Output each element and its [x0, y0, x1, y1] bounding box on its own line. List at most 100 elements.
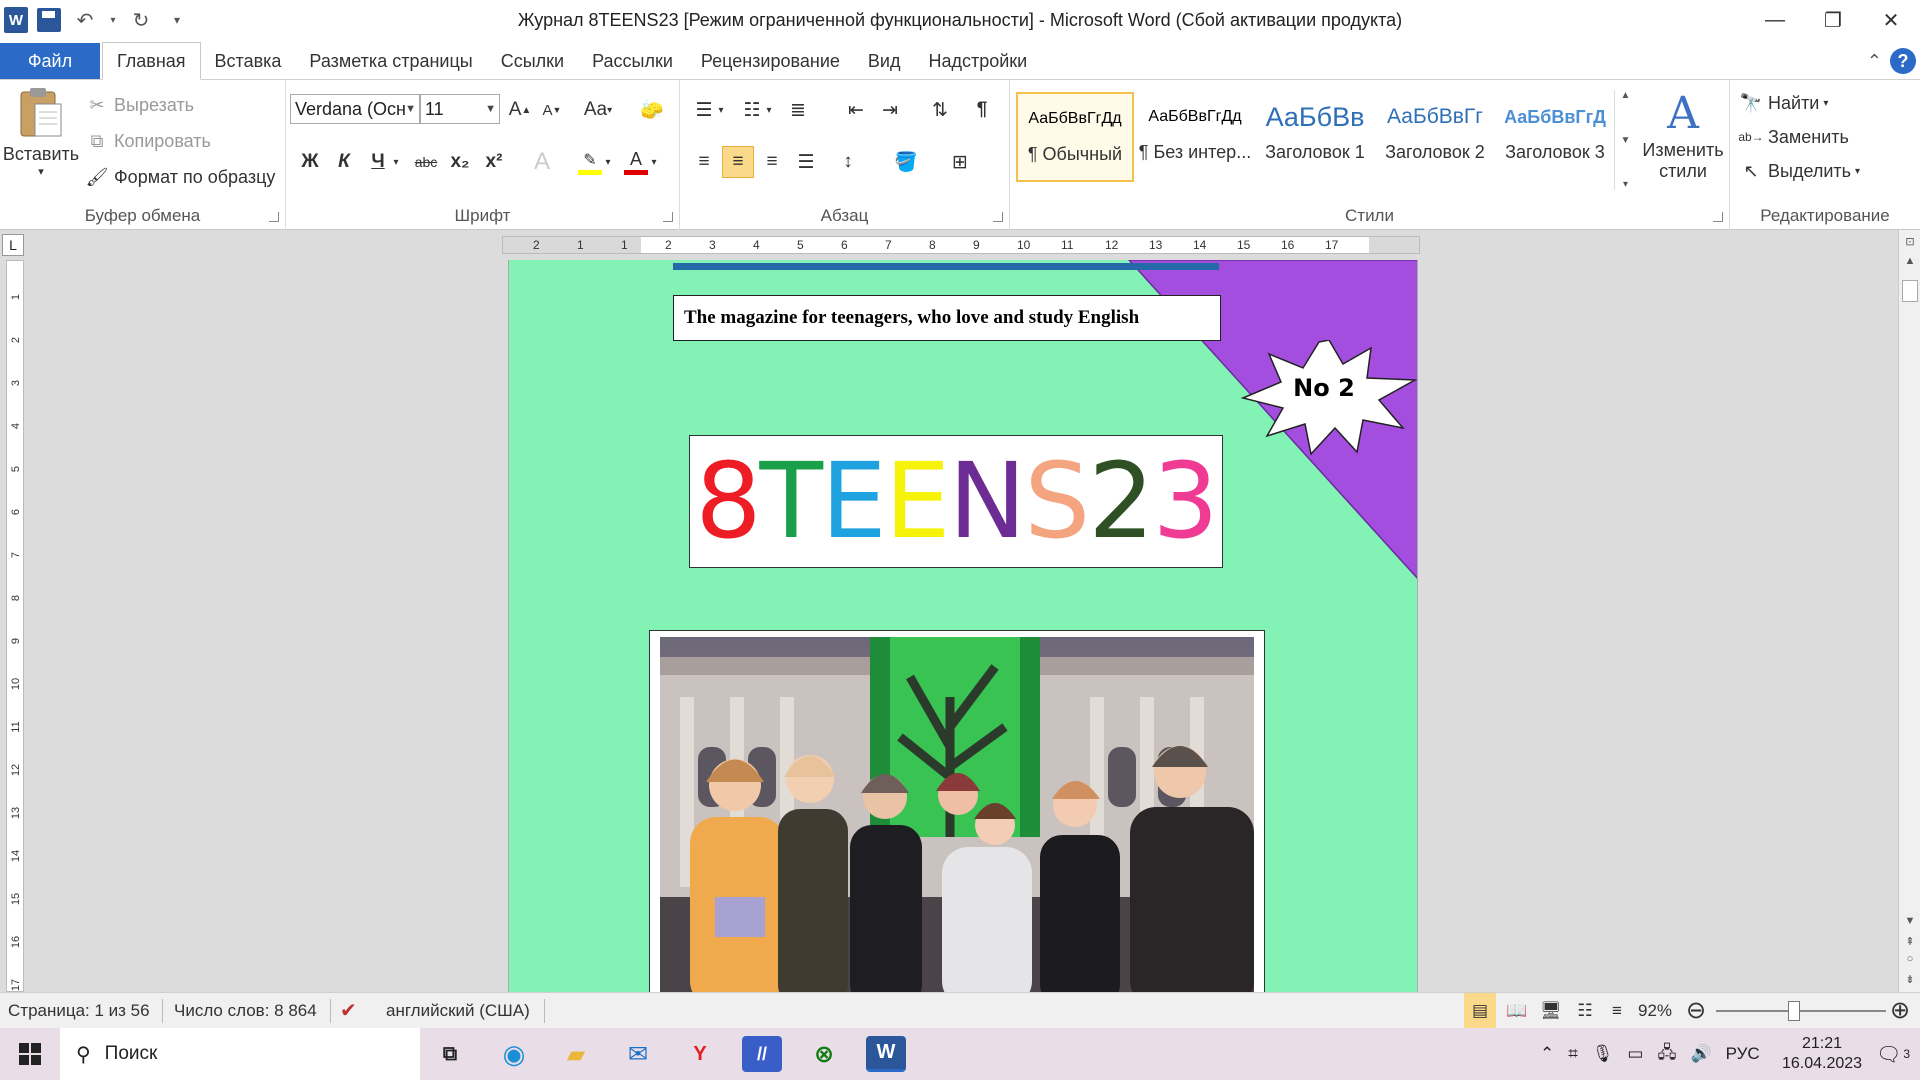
text-effects-button[interactable]: A: [526, 146, 558, 178]
show-hidden-icons[interactable]: ⌃: [1540, 1044, 1554, 1064]
document-page[interactable]: The magazine for teenagers, who love and…: [508, 260, 1418, 992]
undo-button[interactable]: ↶: [70, 5, 100, 35]
taskbar-search[interactable]: ⚲ Поиск: [60, 1028, 420, 1080]
style-heading-1[interactable]: АаБбВв Заголовок 1: [1256, 92, 1374, 182]
scroll-up-icon[interactable]: ▲: [1901, 252, 1919, 270]
zoom-slider-thumb[interactable]: [1788, 1001, 1801, 1021]
style-heading-3[interactable]: АаБбВвГгД Заголовок 3: [1496, 92, 1614, 182]
input-language[interactable]: РУС: [1726, 1044, 1760, 1064]
help-icon[interactable]: ?: [1890, 48, 1916, 74]
language-indicator[interactable]: английский (США): [386, 993, 530, 1029]
close-button[interactable]: ✕: [1862, 0, 1920, 40]
gallery-more-icon[interactable]: ▾: [1623, 179, 1628, 190]
outline-view-icon[interactable]: ☷: [1570, 993, 1600, 1029]
tab-view[interactable]: Вид: [854, 43, 915, 79]
page-count[interactable]: Страница: 1 из 56: [8, 993, 150, 1029]
cut-button[interactable]: ✂ Вырезать: [84, 92, 194, 118]
shrink-font-button[interactable]: A ▼: [536, 94, 568, 126]
shading-button[interactable]: 🪣: [890, 146, 922, 178]
copy-button[interactable]: ⧉ Копировать: [84, 128, 211, 154]
restore-button[interactable]: ❐: [1804, 0, 1862, 40]
highlight-dropdown[interactable]: ▾: [600, 146, 616, 178]
underline-dropdown[interactable]: ▾: [388, 146, 404, 178]
styles-launcher[interactable]: [1713, 212, 1723, 222]
start-button[interactable]: [0, 1028, 60, 1080]
gallery-down-icon[interactable]: ▼: [1621, 135, 1631, 146]
redo-button[interactable]: ↻: [126, 5, 156, 35]
font-size-combo[interactable]: 11 ▼: [420, 94, 500, 124]
subscript-button[interactable]: x₂: [444, 146, 476, 178]
style-heading-2[interactable]: АаБбВвГг Заголовок 2: [1376, 92, 1494, 182]
sort-button[interactable]: ⇅: [924, 94, 956, 126]
tab-selector-button[interactable]: L: [2, 234, 24, 256]
align-left-button[interactable]: ≡: [688, 146, 720, 178]
justify-button[interactable]: ☰: [790, 146, 822, 178]
web-layout-icon[interactable]: 🖥: [1536, 993, 1566, 1029]
select-button[interactable]: ↖ Выделить ▾: [1738, 158, 1860, 184]
tab-page-layout[interactable]: Разметка страницы: [295, 43, 486, 79]
full-screen-reading-icon[interactable]: 📖: [1502, 993, 1532, 1029]
tab-file[interactable]: Файл: [0, 43, 100, 79]
network-icon[interactable]: 🖧: [1657, 1040, 1676, 1069]
proofing-icon[interactable]: ✔: [340, 993, 357, 1029]
word-count[interactable]: Число слов: 8 864: [174, 993, 317, 1029]
meet-now-icon[interactable]: ⌗: [1568, 1044, 1578, 1064]
tab-mailings[interactable]: Рассылки: [578, 43, 687, 79]
gallery-up-icon[interactable]: ▲: [1621, 90, 1631, 101]
zoom-level[interactable]: 92%: [1632, 993, 1678, 1029]
tab-review[interactable]: Рецензирование: [687, 43, 854, 79]
customize-qat-button[interactable]: ▾: [162, 5, 192, 35]
multilevel-list-button[interactable]: ≣: [782, 94, 814, 126]
format-painter-button[interactable]: 🖌 Формат по образцу: [84, 164, 276, 190]
file-explorer-icon[interactable]: ▰: [556, 1036, 596, 1072]
zoom-out-icon[interactable]: ⊖: [1686, 993, 1706, 1029]
vertical-ruler[interactable]: 1 2 3 4 5 6 7 8 9 10 11 12 13 14 15 16 17: [6, 260, 24, 992]
battery-icon[interactable]: ▭: [1627, 1044, 1643, 1064]
scroll-down-icon[interactable]: ▼: [1901, 912, 1919, 930]
line-spacing-button[interactable]: ↕: [832, 146, 864, 178]
borders-button[interactable]: ⊞: [944, 146, 976, 178]
font-launcher[interactable]: [663, 212, 673, 222]
zoom-slider[interactable]: [1716, 1010, 1886, 1012]
next-page-icon[interactable]: ⇟: [1901, 970, 1919, 988]
tab-addins[interactable]: Надстройки: [914, 43, 1041, 79]
edge-icon[interactable]: ◉: [494, 1036, 534, 1072]
prev-page-icon[interactable]: ⇞: [1901, 932, 1919, 950]
zoom-in-icon[interactable]: ⊕: [1890, 993, 1910, 1029]
style-normal[interactable]: АаБбВвГгДд ¶ Обычный: [1016, 92, 1134, 182]
yandex-icon[interactable]: Y: [680, 1036, 720, 1072]
bold-button[interactable]: Ж: [294, 146, 326, 178]
word-app-icon[interactable]: W: [4, 7, 28, 33]
style-no-spacing[interactable]: АаБбВвГгДд ¶ Без интер...: [1136, 92, 1254, 182]
grow-font-button[interactable]: A ▲: [504, 94, 536, 126]
superscript-button[interactable]: x²: [478, 146, 510, 178]
font-name-combo[interactable]: Verdana (Осн ▼: [290, 94, 420, 124]
browse-object-icon[interactable]: ○: [1901, 950, 1919, 968]
increase-indent-button[interactable]: ⇥: [874, 94, 906, 126]
font-color-dropdown[interactable]: ▾: [646, 146, 662, 178]
italic-button[interactable]: К: [328, 146, 360, 178]
clear-format-button[interactable]: 🧽: [636, 94, 668, 126]
volume-icon[interactable]: 🔊: [1690, 1044, 1711, 1064]
horizontal-ruler[interactable]: 2 1 1 2 3 4 5 6 7 8 9 10 11 12 13 14 15 16 17: [502, 236, 1420, 254]
tab-insert[interactable]: Вставка: [201, 43, 296, 79]
replace-button[interactable]: ab→ Заменить: [1738, 124, 1849, 150]
print-layout-view-icon[interactable]: ▤: [1464, 993, 1496, 1029]
mail-icon[interactable]: ✉: [618, 1036, 658, 1072]
tab-home[interactable]: Главная: [102, 42, 201, 80]
draft-view-icon[interactable]: ≡: [1602, 993, 1632, 1029]
notification-center[interactable]: 🗨 3: [1876, 1028, 1910, 1080]
word-taskbar-icon[interactable]: W: [866, 1036, 906, 1072]
clock[interactable]: 21:21 16.04.2023: [1772, 1028, 1872, 1080]
show-marks-button[interactable]: ¶: [966, 94, 998, 126]
save-button[interactable]: [34, 5, 64, 35]
decrease-indent-button[interactable]: ⇤: [840, 94, 872, 126]
change-case-button[interactable]: Aa ▾: [578, 94, 618, 126]
paragraph-launcher[interactable]: [993, 212, 1003, 222]
change-styles-button[interactable]: A Изменить стили: [1640, 88, 1726, 182]
undo-dropdown[interactable]: ▾: [106, 5, 120, 35]
find-button[interactable]: 🔭 Найти ▾: [1738, 90, 1829, 116]
scroll-thumb[interactable]: [1902, 280, 1918, 302]
xbox-icon[interactable]: ⊗: [804, 1036, 844, 1072]
align-center-button[interactable]: ≡: [722, 146, 754, 178]
